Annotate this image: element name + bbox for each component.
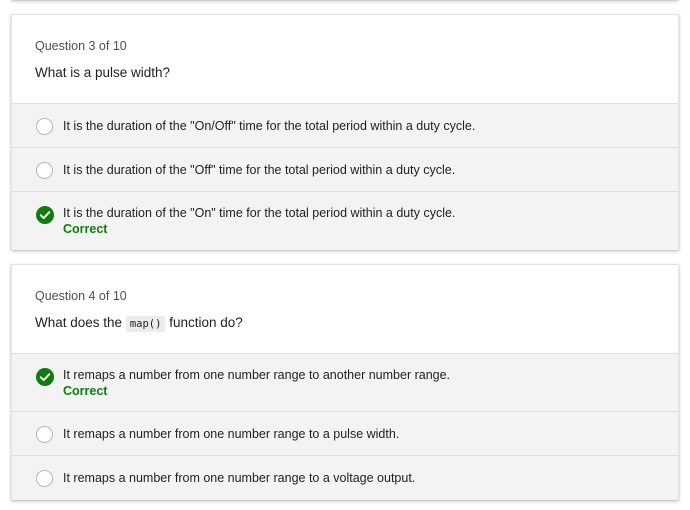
answer-option-selected[interactable]: It remaps a number from one number range… <box>12 354 678 412</box>
radio-unselected-icon[interactable] <box>36 426 53 443</box>
question-text-end: function do? <box>169 315 243 330</box>
answer-option[interactable]: It is the duration of the "On/Off" time … <box>12 104 678 148</box>
correct-status: Correct <box>63 384 108 398</box>
answer-option[interactable]: It is the duration of the "Off" time for… <box>12 148 678 192</box>
question-count: Question 3 of 10 <box>35 39 127 53</box>
question-count: Question 4 of 10 <box>35 289 127 303</box>
answer-label: It is the duration of the "Off" time for… <box>63 163 456 177</box>
answer-options: It is the duration of the "On/Off" time … <box>12 104 678 250</box>
radio-unselected-icon[interactable] <box>36 162 53 179</box>
answer-options: It remaps a number from one number range… <box>12 354 678 500</box>
question-text: What does the map() function do? <box>35 313 655 334</box>
answer-option-selected[interactable]: It is the duration of the "On" time for … <box>12 192 678 250</box>
answer-label: It is the duration of the "On" time for … <box>63 206 456 220</box>
question-header: Question 3 of 10 What is a pulse width? <box>12 15 678 104</box>
checkmark-circle-icon[interactable] <box>36 368 54 386</box>
question-card: Question 4 of 10 What does the map() fun… <box>11 264 679 500</box>
question-text: What is a pulse width? <box>35 65 171 80</box>
answer-label: It is the duration of the "On/Off" time … <box>63 119 476 133</box>
radio-unselected-icon[interactable] <box>36 470 53 487</box>
question-text-start: What does the <box>35 315 123 330</box>
checkmark-circle-icon[interactable] <box>36 206 54 224</box>
answer-label: It remaps a number from one number range… <box>63 368 451 382</box>
code-snippet: map() <box>125 316 166 332</box>
correct-status: Correct <box>63 222 108 236</box>
answer-label: It remaps a number from one number range… <box>63 427 400 441</box>
answer-option[interactable]: It remaps a number from one number range… <box>12 456 678 500</box>
answer-label: It remaps a number from one number range… <box>63 471 416 485</box>
question-card: Question 3 of 10 What is a pulse width? … <box>11 14 679 250</box>
question-header: Question 4 of 10 What does the map() fun… <box>12 265 678 354</box>
answer-option[interactable]: It remaps a number from one number range… <box>12 412 678 456</box>
radio-unselected-icon[interactable] <box>36 118 53 135</box>
